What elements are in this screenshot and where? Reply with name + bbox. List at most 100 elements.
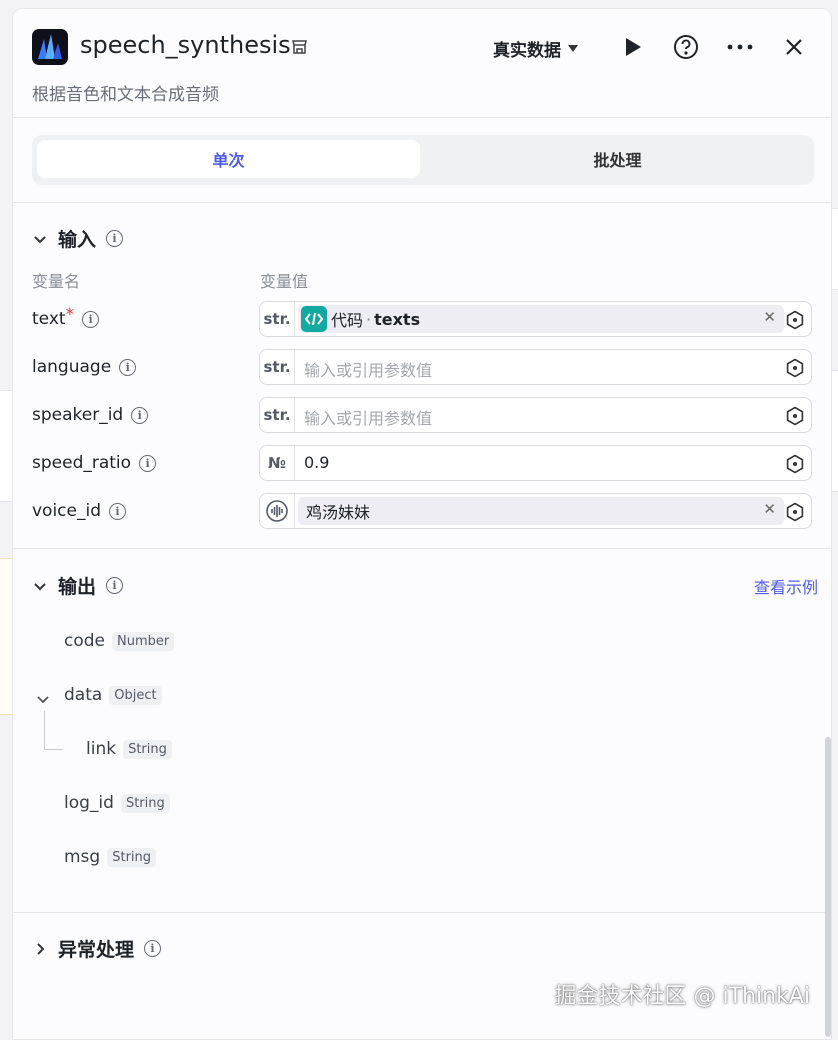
output-field-code: code Number <box>64 631 175 651</box>
reference-icon[interactable] <box>785 310 805 334</box>
run-mode-tabs: 单次 批处理 <box>32 135 814 185</box>
data-mode-dropdown[interactable]: 真实数据 <box>493 36 579 61</box>
chevron-right-icon <box>37 942 45 955</box>
chevron-down-icon[interactable] <box>35 691 51 707</box>
reference-icon[interactable] <box>785 358 805 382</box>
param-name: text * i <box>32 305 100 329</box>
output-name: msg <box>64 847 101 867</box>
variable-reference-chip[interactable]: 代码 · texts ✕ <box>298 305 784 333</box>
param-row-voice-id: voice_id i 鸡汤妹妹 ✕ <box>13 493 831 531</box>
param-row-speed-ratio: speed_ratio i № 0.9 <box>13 445 831 483</box>
more-button[interactable] <box>726 33 754 61</box>
placeholder: 输入或引用参数值 <box>304 361 433 380</box>
output-section-header[interactable]: 输出 i <box>32 572 124 599</box>
tab-single[interactable]: 单次 <box>37 140 420 178</box>
info-icon[interactable]: i <box>139 454 157 472</box>
reference-icon[interactable] <box>785 406 805 430</box>
type-badge: str. <box>260 398 295 432</box>
input-section-header[interactable]: 输入 i <box>32 225 124 252</box>
clear-icon[interactable]: ✕ <box>763 500 776 518</box>
info-icon[interactable]: i <box>144 940 162 957</box>
param-label: speaker_id <box>32 405 124 425</box>
field-value: 0.9 <box>304 453 330 472</box>
store-icon[interactable] <box>291 38 308 59</box>
output-type: String <box>107 847 157 867</box>
text-field[interactable]: str. 代码 · texts ✕ <box>259 301 812 337</box>
info-icon[interactable]: i <box>106 577 124 594</box>
panel-header: speech_synthesis 真实数据 根据音色和文本合成音频 <box>13 9 831 118</box>
voice-chip[interactable]: 鸡汤妹妹 ✕ <box>298 497 784 525</box>
output-field-log-id: log_id String <box>64 793 170 813</box>
output-type: Object <box>109 685 162 705</box>
output-section-title: 输出 <box>58 576 97 598</box>
param-label: language <box>32 357 112 377</box>
placeholder: 输入或引用参数值 <box>304 409 433 428</box>
data-mode-label: 真实数据 <box>493 41 561 61</box>
view-example-link[interactable]: 查看示例 <box>754 574 818 598</box>
chip-separator: · <box>366 309 372 329</box>
param-name: language i <box>32 357 137 377</box>
required-mark: * <box>65 305 75 325</box>
param-label: speed_ratio <box>32 453 132 473</box>
play-icon <box>626 38 641 56</box>
close-button[interactable] <box>780 33 808 61</box>
divider <box>13 202 831 203</box>
code-node-icon <box>301 306 327 332</box>
plugin-logo <box>32 29 68 65</box>
speaker-id-field[interactable]: str. 输入或引用参数值 <box>259 397 812 433</box>
reference-icon[interactable] <box>785 502 805 526</box>
tab-batch[interactable]: 批处理 <box>426 140 809 178</box>
divider <box>13 548 831 549</box>
scrollbar[interactable] <box>825 737 831 1037</box>
reference-icon[interactable] <box>785 454 805 478</box>
exception-section-title: 异常处理 <box>58 939 135 961</box>
chevron-down-icon <box>34 582 46 590</box>
chip-source: 代码 <box>331 311 364 330</box>
watermark: 掘金技术社区 @ iThinkAi <box>554 984 810 1009</box>
output-type: String <box>123 739 172 759</box>
param-name: speaker_id i <box>32 405 149 425</box>
caret-down-icon <box>568 44 578 52</box>
output-field-link: link String <box>86 739 172 759</box>
node-description: 根据音色和文本合成音频 <box>32 85 219 105</box>
clear-icon[interactable]: ✕ <box>763 308 776 326</box>
column-header-name: 变量名 <box>32 272 81 291</box>
output-type: String <box>120 793 170 813</box>
page-title: speech_synthesis <box>80 31 291 59</box>
info-icon[interactable]: i <box>119 358 137 376</box>
output-name: data <box>64 685 103 705</box>
output-name: log_id <box>64 793 114 813</box>
param-row-speaker-id: speaker_id i str. 输入或引用参数值 <box>13 397 831 435</box>
param-label: voice_id <box>32 501 102 521</box>
output-name: code <box>64 631 105 651</box>
exception-section-header[interactable]: 异常处理 i <box>32 935 162 962</box>
output-field-data: data Object <box>64 685 162 705</box>
info-icon[interactable]: i <box>131 406 149 424</box>
info-icon[interactable]: i <box>109 502 127 520</box>
help-button[interactable] <box>672 33 700 61</box>
output-field-msg: msg String <box>64 847 157 867</box>
param-name: speed_ratio i <box>32 453 157 473</box>
voice-id-field[interactable]: 鸡汤妹妹 ✕ <box>259 493 812 529</box>
language-field[interactable]: str. 输入或引用参数值 <box>259 349 812 385</box>
output-type: Number <box>112 631 175 651</box>
run-button[interactable] <box>619 33 647 61</box>
divider <box>13 912 831 913</box>
type-badge: № <box>260 446 295 480</box>
chevron-down-icon <box>34 235 46 243</box>
chip-value: 鸡汤妹妹 <box>306 503 371 522</box>
chip-variable: texts <box>374 309 421 329</box>
type-badge: str. <box>260 350 295 384</box>
tree-connector <box>44 711 63 750</box>
more-icon <box>727 44 753 50</box>
info-icon[interactable]: i <box>106 230 124 247</box>
column-header-value: 变量值 <box>260 272 309 291</box>
speed-ratio-field[interactable]: № 0.9 <box>259 445 812 481</box>
info-icon[interactable]: i <box>82 310 100 328</box>
help-icon <box>674 35 698 59</box>
output-name: link <box>86 739 117 759</box>
param-label: text <box>32 309 66 329</box>
param-name: voice_id i <box>32 501 127 521</box>
close-icon <box>786 39 802 55</box>
input-section-title: 输入 <box>58 229 97 251</box>
